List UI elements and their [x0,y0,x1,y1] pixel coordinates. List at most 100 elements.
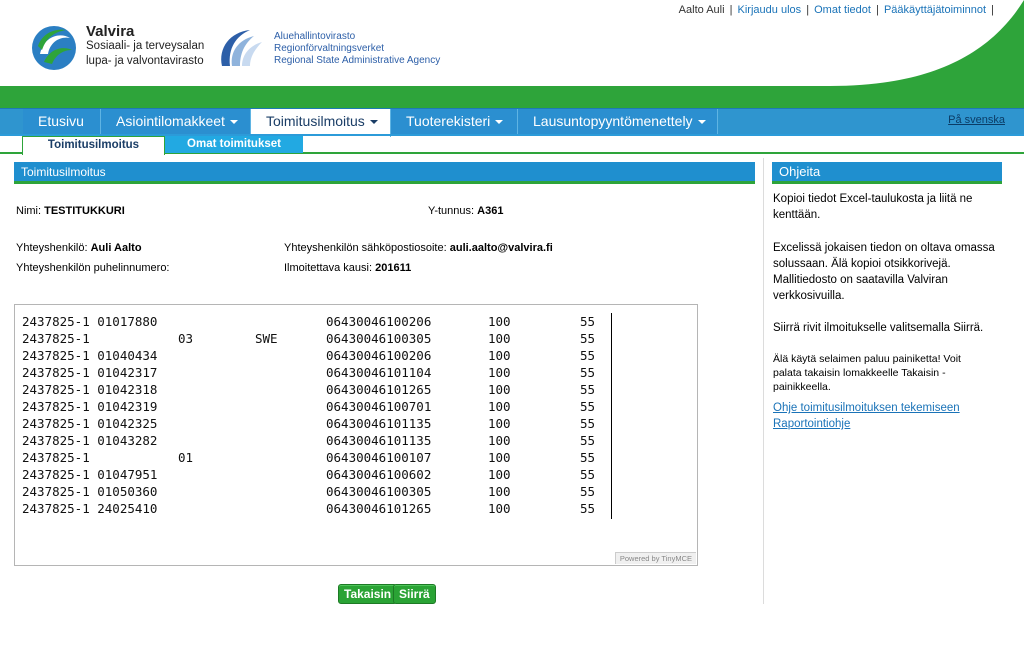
editor-row: 2437825-1 24025410 06430046101265 100 55 [22,500,612,517]
main-section-title: Toimitusilmoitus [14,162,755,184]
contact-value: Auli Aalto [90,242,142,254]
paste-editor[interactable]: 2437825-1 01017880 06430046100206 100 55 243… [14,304,698,566]
editor-content[interactable]: 2437825-1 01017880 06430046100206 100 55 243… [22,313,612,517]
text-cursor [611,313,612,519]
chevron-down-icon [697,120,706,125]
help-link-reporting[interactable]: Raportointiohje [773,418,850,430]
valvira-brand-text: Valvira Sosiaali- ja terveysalan lupa- j… [86,24,204,69]
editor-cell: 55 [580,501,596,516]
editor-cell: 06430046101265 [326,382,432,397]
editor-cell: 06430046100701 [326,399,432,414]
period-field: Ilmoitettava kausi: 201611 [284,262,411,274]
editor-cell: 2437825-1 01050360 [22,484,158,499]
editor-cell: 55 [580,450,596,465]
avi-line-3: Regional State Administrative Agency [274,55,441,66]
column-divider [763,158,764,604]
sidebar-title: Ohjeita [772,162,1002,184]
editor-cell: 06430046101265 [326,501,432,516]
help-paragraph-4: Älä käytä selaimen paluu painiketta! Voi… [773,353,961,393]
editor-cell: 2437825-1 01042318 [22,382,158,397]
editor-cell: 55 [580,365,596,380]
nav-item-tuoterekisteri[interactable]: Tuoterekisteri [391,109,518,135]
editor-cell: 2437825-1 01042317 [22,365,158,380]
editor-cell: 100 [488,450,511,465]
editor-cell: 100 [488,365,511,380]
nav-item-label: Lausuntopyyntömenettely [533,113,693,129]
phone-label: Yhteyshenkilön puhelinnumero: [16,262,170,274]
move-button[interactable]: Siirrä [393,584,436,604]
editor-row: 2437825-1 01042318 06430046101265 100 55 [22,381,612,398]
business-id-field: Y-tunnus: A361 [428,205,503,217]
valvira-logo-icon[interactable] [30,24,78,72]
editor-cell: 06430046101135 [326,416,432,431]
editor-cell: 06430046100107 [326,450,432,465]
nav-item-lausuntopyyntomenettely[interactable]: Lausuntopyyntömenettely [518,109,718,135]
editor-row: 2437825-1 01050360 06430046100305 100 55 [22,483,612,500]
editor-row: 2437825-1 03 SWE 06430046100305 100 55 [22,330,612,347]
editor-cell: SWE [255,331,278,346]
help-paragraph-3: Siirrä rivit ilmoitukselle valitsemalla … [773,322,984,334]
valvira-title: Valvira [86,23,135,40]
editor-cell: 55 [580,433,596,448]
editor-cell: 06430046100305 [326,331,432,346]
nav-item-etusivu[interactable]: Etusivu [23,109,101,135]
editor-cell: 06430046100602 [326,467,432,482]
help-paragraph-1: Kopioi tiedot Excel-taulukosta ja liitä … [773,193,973,221]
editor-cell: 01 [178,450,194,465]
valvira-subtitle-2: lupa- ja valvontavirasto [86,55,204,67]
avi-brand-text: Aluehallintovirasto Regionförvaltningsve… [274,31,440,67]
nav-item-asiointilomakkeet[interactable]: Asiointilomakkeet [101,109,251,135]
editor-cell: 55 [580,467,596,482]
editor-row: 2437825-1 01043282 06430046101135 100 55 [22,432,612,449]
editor-cell: 2437825-1 01042319 [22,399,158,414]
avi-line-1: Aluehallintovirasto [274,31,356,42]
page-header: Aalto Auli | Kirjaudu ulos | Omat tiedot… [0,0,1024,108]
editor-row: 2437825-1 01042317 06430046101104 100 55 [22,364,612,381]
editor-cell: 100 [488,433,511,448]
editor-row: 2437825-1 01047951 06430046100602 100 55 [22,466,612,483]
swedish-language-link[interactable]: På svenska [948,114,1005,126]
editor-row: 2437825-1 01042319 06430046100701 100 55 [22,398,612,415]
editor-cell: 100 [488,484,511,499]
subtab-toimitusilmoitus[interactable]: Toimitusilmoitus [22,136,165,155]
email-value: auli.aalto@valvira.fi [449,242,553,254]
admin-functions-link[interactable]: Pääkäyttäjätoiminnot [884,4,986,16]
back-button[interactable]: Takaisin [338,584,398,604]
main-navigation: Etusivu Asiointilomakkeet Toimitusilmoit… [0,108,1024,137]
editor-cell: 100 [488,314,511,329]
editor-cell: 55 [580,331,596,346]
nav-item-label: Asiointilomakkeet [116,113,225,129]
editor-cell: 100 [488,501,511,516]
editor-cell: 06430046100305 [326,484,432,499]
editor-cell: 100 [488,399,511,414]
chevron-down-icon [369,120,378,125]
avi-line-2: Regionförvaltningsverket [274,43,385,54]
editor-row: 2437825-1 01 06430046100107 100 55 [22,449,612,466]
period-value: 201611 [375,262,412,274]
editor-cell: 2437825-1 01017880 [22,314,158,329]
avi-logo-icon [221,30,262,66]
business-id-value: A361 [477,205,504,217]
contact-label: Yhteyshenkilö: [16,242,88,254]
user-name: Aalto Auli [678,4,725,16]
editor-cell: 2437825-1 01042325 [22,416,158,431]
phone-field: Yhteyshenkilön puhelinnumero: [16,262,170,274]
editor-cell: 06430046100206 [326,348,432,363]
editor-cell: 100 [488,348,511,363]
email-label: Yhteyshenkilön sähköpostiosoite: [284,242,447,254]
editor-cell: 55 [580,484,596,499]
subtabs: Toimitusilmoitus Omat toimitukset [0,134,1024,155]
editor-cell: 06430046101135 [326,433,432,448]
logout-link[interactable]: Kirjaudu ulos [738,4,802,16]
editor-cell: 2437825-1 24025410 [22,501,158,516]
editor-cell: 100 [488,382,511,397]
name-label: Nimi: [16,205,42,217]
period-label: Ilmoitettava kausi: [284,262,373,274]
nav-item-toimitusilmoitus[interactable]: Toimitusilmoitus [251,109,391,137]
own-info-link[interactable]: Omat tiedot [814,4,871,16]
subtab-omat-toimitukset[interactable]: Omat toimitukset [165,136,303,153]
nav-item-label: Etusivu [38,113,84,129]
editor-cell: 55 [580,416,596,431]
editor-row: 2437825-1 01042325 06430046101135 100 55 [22,415,612,432]
help-link-instructions[interactable]: Ohje toimitusilmoituksen tekemiseen [773,402,960,414]
